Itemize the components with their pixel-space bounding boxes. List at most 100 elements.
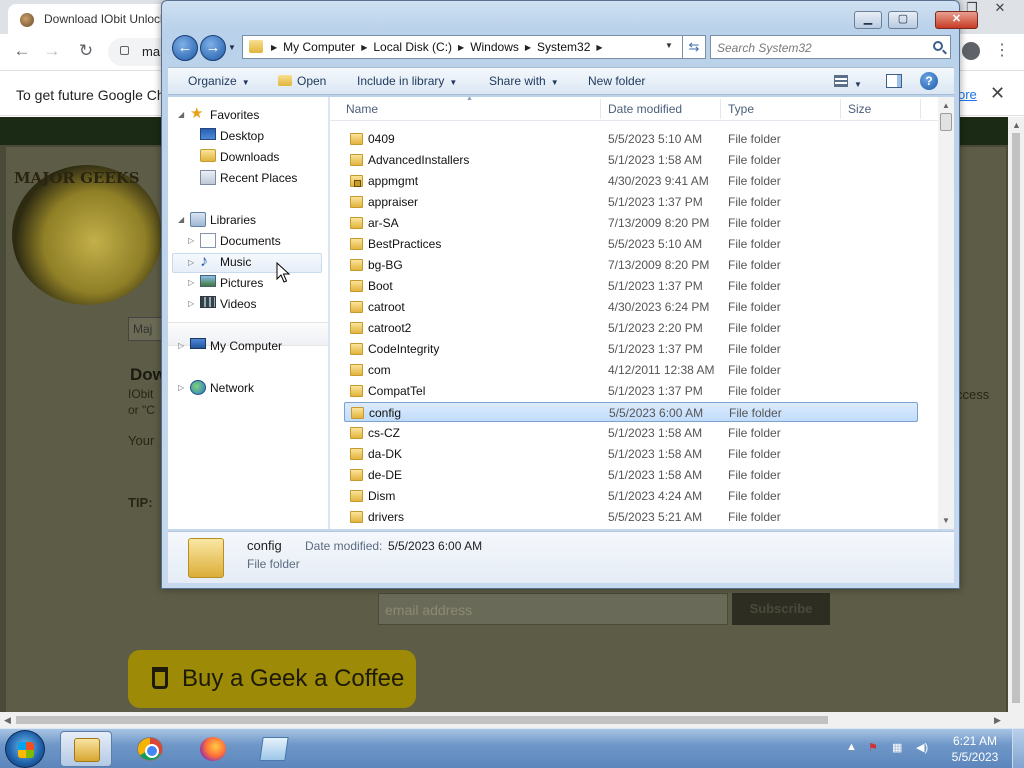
include-in-library-button[interactable]: Include in library ▼ — [357, 74, 457, 88]
search-icon[interactable] — [933, 41, 943, 51]
chevron-down-icon[interactable]: ▼ — [854, 76, 862, 90]
file-row[interactable]: appmgmt 4/30/2023 9:41 AM File folder — [344, 171, 918, 191]
file-row[interactable]: bg-BG 7/13/2009 8:20 PM File folder — [344, 255, 918, 275]
file-row[interactable]: ar-SA 7/13/2009 8:20 PM File folder — [344, 213, 918, 233]
browser-tab[interactable]: Download IObit Unlocker — [8, 4, 168, 34]
nav-item-recent-places[interactable]: Recent Places — [172, 169, 322, 189]
taskbar-notepad-button[interactable] — [248, 731, 300, 767]
file-row[interactable]: CompatTel 5/1/2023 1:37 PM File folder — [344, 381, 918, 401]
file-row[interactable]: cs-CZ 5/1/2023 1:58 AM File folder — [344, 423, 918, 443]
file-row[interactable]: catroot 4/30/2023 6:24 PM File folder — [344, 297, 918, 317]
collapse-arrow-icon[interactable]: ▷ — [178, 383, 184, 392]
scroll-left-arrow-icon[interactable]: ◀ — [4, 715, 11, 726]
file-row[interactable]: com 4/12/2011 12:38 AM File folder — [344, 360, 918, 380]
recent-pages-dropdown-icon[interactable]: ▼ — [228, 43, 236, 52]
file-row[interactable]: appraiser 5/1/2023 1:37 PM File folder — [344, 192, 918, 212]
file-row[interactable]: 0409 5/5/2023 5:10 AM File folder — [344, 129, 918, 149]
column-name-header[interactable]: Name — [346, 102, 378, 116]
preview-pane-icon[interactable] — [886, 74, 902, 88]
file-row[interactable]: AdvancedInstallers 5/1/2023 1:58 AM File f… — [344, 150, 918, 170]
open-button[interactable]: Open — [278, 74, 326, 88]
nav-item-desktop[interactable]: Desktop — [172, 127, 322, 147]
column-type-header[interactable]: Type — [728, 102, 754, 116]
new-folder-button[interactable]: New folder — [588, 74, 645, 88]
nav-item-favorites[interactable]: ◢ ★ Favorites — [172, 106, 322, 126]
expand-arrow-icon[interactable]: ◢ — [178, 110, 184, 119]
learn-more-link[interactable]: ore — [958, 87, 977, 102]
network-status-icon[interactable]: ▦ — [892, 741, 902, 754]
file-row[interactable]: config 5/5/2023 6:00 AM File folder — [344, 402, 918, 422]
reload-icon[interactable]: ↻ — [74, 40, 98, 64]
subscribe-button[interactable]: Subscribe — [732, 593, 830, 625]
collapse-arrow-icon[interactable]: ▷ — [188, 278, 194, 287]
minimize-button[interactable]: ▁ — [854, 11, 882, 29]
nav-item-documents[interactable]: ▷ Documents — [172, 232, 322, 252]
column-separator[interactable] — [840, 99, 841, 119]
infobar-close-icon[interactable]: ✕ — [990, 83, 1005, 104]
expand-arrow-icon[interactable]: ◢ — [178, 215, 184, 224]
show-hidden-icons-icon[interactable]: ▲ — [846, 741, 857, 753]
file-row[interactable]: drivers 5/5/2023 5:21 AM File folder — [344, 507, 918, 527]
address-bar[interactable]: ▶ My Computer ▶ Local Disk (C:) ▶ Window… — [242, 35, 706, 59]
scrollbar-thumb[interactable] — [940, 113, 952, 131]
maximize-button[interactable]: ▢ — [888, 11, 918, 29]
search-input[interactable]: Search System32 — [710, 35, 951, 59]
column-separator[interactable] — [720, 99, 721, 119]
breadcrumb-item[interactable]: Local Disk (C:) — [373, 40, 452, 54]
file-row[interactable]: Boot 5/1/2023 1:37 PM File folder — [344, 276, 918, 296]
collapse-arrow-icon[interactable]: ▷ — [188, 258, 194, 267]
show-desktop-button[interactable] — [1012, 729, 1024, 768]
help-icon[interactable]: ? — [920, 72, 938, 90]
taskbar-firefox-button[interactable] — [187, 731, 239, 767]
newsletter-email-input[interactable]: email address — [378, 593, 728, 625]
breadcrumb-item[interactable]: System32 — [537, 40, 590, 54]
scrollbar-thumb[interactable] — [1012, 133, 1020, 703]
scroll-up-arrow-icon[interactable]: ▲ — [942, 101, 950, 110]
address-dropdown-icon[interactable]: ▼ — [665, 41, 673, 50]
nav-item-downloads[interactable]: Downloads — [172, 148, 322, 168]
file-row[interactable]: BestPractices 5/5/2023 5:10 AM File folder — [344, 234, 918, 254]
chrome-close-icon[interactable]: ✕ — [984, 0, 1016, 18]
scroll-down-arrow-icon[interactable]: ▼ — [942, 516, 950, 525]
taskbar-explorer-button[interactable] — [60, 731, 112, 767]
organize-button[interactable]: Organize ▼ — [188, 74, 250, 88]
file-row[interactable]: CodeIntegrity 5/1/2023 1:37 PM File folder — [344, 339, 918, 359]
file-row[interactable]: Dism 5/1/2023 4:24 AM File folder — [344, 486, 918, 506]
page-horizontal-scrollbar[interactable]: ◀ ▶ — [0, 712, 1024, 728]
collapse-arrow-icon[interactable]: ▷ — [188, 299, 194, 308]
start-button[interactable] — [5, 730, 45, 768]
buy-coffee-button[interactable]: Buy a Geek a Coffee — [128, 650, 416, 708]
share-with-button[interactable]: Share with ▼ — [489, 74, 559, 88]
forward-button[interactable]: → — [200, 35, 226, 61]
column-date-header[interactable]: Date modified — [608, 102, 682, 116]
file-row[interactable]: da-DK 5/1/2023 1:58 AM File folder — [344, 444, 918, 464]
scroll-right-arrow-icon[interactable]: ▶ — [994, 715, 1001, 726]
action-center-flag-icon[interactable]: ⚑ — [868, 741, 878, 754]
close-button[interactable]: ✕ — [935, 11, 978, 29]
nav-item-network[interactable]: ▷ Network — [172, 379, 322, 399]
system-clock[interactable]: 6:21 AM 5/5/2023 — [940, 733, 1010, 765]
nav-item-pictures[interactable]: ▷ Pictures — [172, 274, 322, 294]
chevron-right-icon[interactable]: ▶ — [596, 43, 602, 52]
back-button[interactable]: ← — [172, 35, 198, 61]
chevron-right-icon[interactable]: ▶ — [525, 43, 531, 52]
column-separator[interactable] — [600, 99, 601, 119]
refresh-icon[interactable]: ⇆ — [682, 35, 706, 59]
page-vertical-scrollbar[interactable]: ▲ — [1008, 117, 1024, 712]
chevron-right-icon[interactable]: ▶ — [361, 43, 367, 52]
taskbar-chrome-button[interactable] — [124, 731, 176, 767]
nav-item-music[interactable]: ▷ ♪ Music — [172, 253, 322, 273]
column-separator[interactable] — [920, 99, 921, 119]
collapse-arrow-icon[interactable]: ▷ — [188, 236, 194, 245]
column-size-header[interactable]: Size — [848, 102, 871, 116]
nav-item-libraries[interactable]: ◢ Libraries — [172, 211, 322, 231]
scroll-up-arrow-icon[interactable]: ▲ — [1012, 120, 1021, 130]
back-arrow-icon[interactable]: ← — [10, 40, 34, 64]
chevron-right-icon[interactable]: ▶ — [271, 43, 277, 52]
menu-kebab-icon[interactable]: ⋮ — [994, 40, 1010, 60]
file-row[interactable]: catroot2 5/1/2023 2:20 PM File folder — [344, 318, 918, 338]
scrollbar-thumb[interactable] — [16, 716, 828, 724]
nav-item-videos[interactable]: ▷ Videos — [172, 295, 322, 315]
profile-avatar-icon[interactable] — [962, 42, 980, 60]
nav-item-my-computer[interactable]: ▷ My Computer — [172, 337, 322, 357]
